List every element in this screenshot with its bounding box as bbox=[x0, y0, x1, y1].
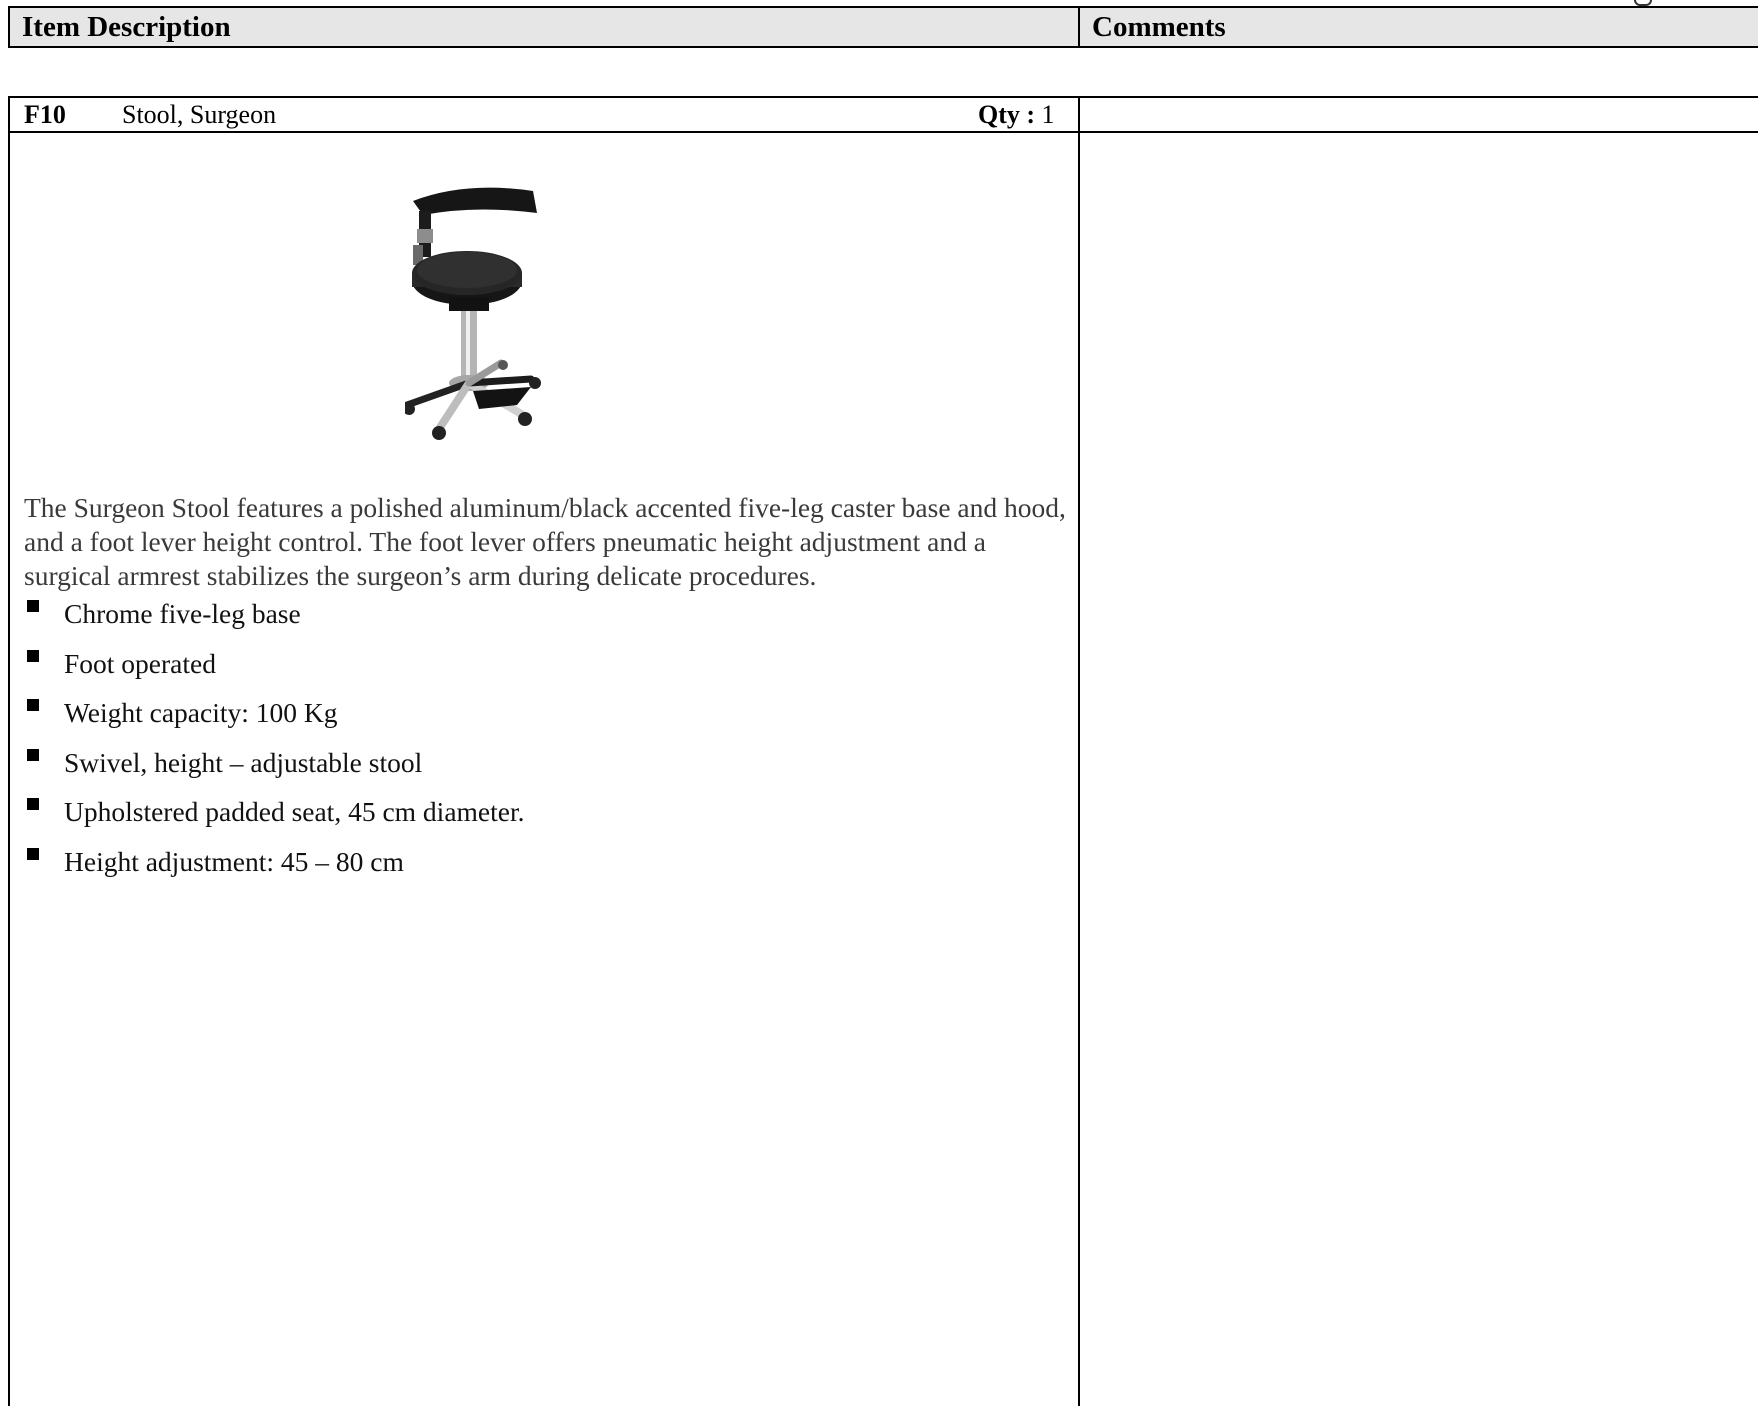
item-code: F10 bbox=[24, 100, 66, 129]
surgeon-stool-image bbox=[405, 187, 541, 440]
square-bullet-icon bbox=[27, 847, 39, 860]
feature-item: Height adjustment: 45 – 80 cm bbox=[24, 845, 524, 897]
square-bullet-icon bbox=[27, 649, 39, 662]
feature-text: Foot operated bbox=[64, 647, 216, 679]
feature-text: Upholstered padded seat, 45 cm diameter. bbox=[64, 796, 525, 827]
qty-label: Qty : bbox=[978, 100, 1036, 129]
column-header-table: Item Description Comments bbox=[8, 6, 1758, 48]
item-description-text: The Surgeon Stool features a polished al… bbox=[24, 492, 1066, 591]
feature-item: Foot operated bbox=[24, 647, 524, 699]
feature-text: Weight capacity: 100 Kg bbox=[64, 697, 338, 728]
square-bullet-icon bbox=[27, 699, 39, 711]
feature-item: Upholstered padded seat, 45 cm diameter. bbox=[24, 797, 524, 847]
item-description-cell: The Surgeon Stool features a polished al… bbox=[10, 133, 1078, 1408]
feature-item: Swivel, height – adjustable stool bbox=[24, 746, 524, 798]
feature-text: Chrome five-leg base bbox=[64, 598, 301, 629]
feature-text: Height adjustment: 45 – 80 cm bbox=[64, 845, 404, 877]
column-divider bbox=[1078, 98, 1080, 1406]
square-bullet-icon bbox=[27, 798, 39, 810]
feature-text: Swivel, height – adjustable stool bbox=[64, 746, 423, 778]
comments-header: Comments bbox=[1080, 8, 1758, 46]
feature-item: Weight capacity: 100 Kg bbox=[24, 698, 524, 748]
feature-list: Chrome five-leg base Foot operated Weigh… bbox=[24, 599, 524, 896]
item-description-header: Item Description bbox=[10, 8, 1080, 46]
item-name: Stool, Surgeon bbox=[122, 100, 277, 129]
item-table: F10 Stool, Surgeon Qty : 1 The Surgeon S… bbox=[8, 96, 1758, 1406]
feature-item: Chrome five-leg base bbox=[24, 599, 524, 649]
item-quantity: Qty : 1 bbox=[978, 100, 1055, 130]
square-bullet-icon bbox=[27, 600, 39, 612]
comments-header-label: Comments bbox=[1092, 10, 1226, 43]
square-bullet-icon bbox=[27, 748, 39, 761]
item-description-header-label: Item Description bbox=[22, 10, 231, 43]
qty-value: 1 bbox=[1041, 100, 1055, 129]
item-header-row: F10 Stool, Surgeon Qty : 1 bbox=[10, 98, 1758, 133]
